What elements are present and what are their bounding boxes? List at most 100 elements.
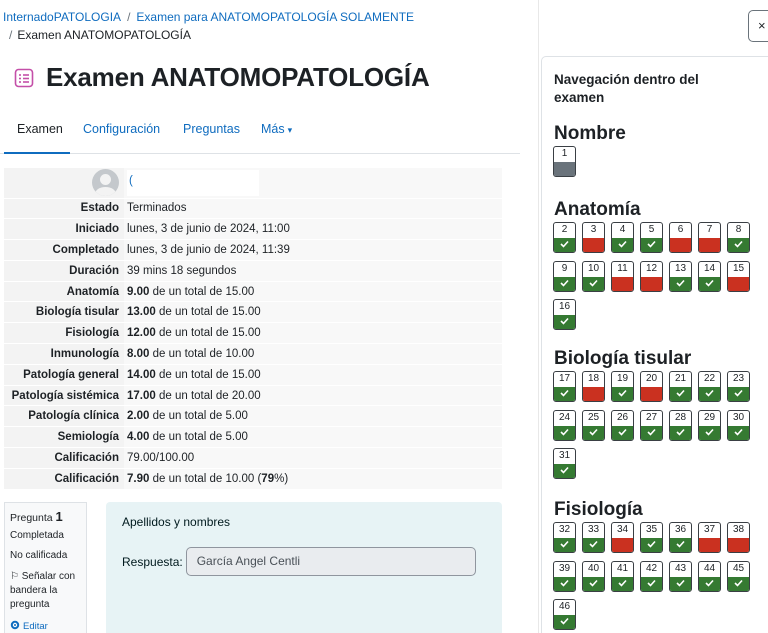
check-icon <box>699 425 720 440</box>
question-nav-number: 31 <box>558 450 571 461</box>
quiz-navigation-heading: Navegación dentro del examen <box>554 72 699 105</box>
question-nav-button[interactable]: 14 <box>698 260 721 292</box>
question-nav-button[interactable]: 41 <box>611 560 634 592</box>
question-nav-button[interactable]: 20 <box>640 371 663 402</box>
state-indicator <box>612 276 633 291</box>
question-nav-button[interactable]: 30 <box>727 409 750 441</box>
question-nav-button[interactable]: 13 <box>669 260 692 292</box>
check-icon <box>554 538 575 552</box>
question-nav-button[interactable]: 15 <box>727 260 750 292</box>
user-name-link[interactable]: ( <box>127 169 259 196</box>
question-nav-button[interactable]: 18 <box>582 371 605 402</box>
breadcrumb-course-link[interactable]: InternadoPATOLOGIA <box>3 10 121 24</box>
summary-label: Fisiología <box>4 322 124 345</box>
question-nav-button[interactable]: 32 <box>553 522 576 553</box>
check-icon <box>554 238 575 252</box>
breadcrumb-section-link[interactable]: Examen para ANATOMOPATOLOGÍA SOLAMENTE <box>136 10 414 24</box>
question-nav-button[interactable]: 7 <box>698 222 721 253</box>
score-total: de un total de 15.00 <box>158 368 261 381</box>
question-nav-button[interactable]: 2 <box>553 222 576 253</box>
question-nav-number: 5 <box>648 224 655 235</box>
question-nav-button[interactable]: 36 <box>669 522 692 553</box>
summary-value: 4.00 de un total de 5.00 <box>124 426 502 449</box>
question-nav-button[interactable]: 42 <box>640 560 663 592</box>
question-nav-button[interactable]: 16 <box>553 299 576 330</box>
flag-question-toggle[interactable]: ⚐ Señalar con bandera la pregunta <box>10 570 81 612</box>
question-nav-button[interactable]: 38 <box>727 522 750 553</box>
question-nav-button[interactable]: 8 <box>727 222 750 253</box>
question-nav-button[interactable]: 27 <box>640 409 663 441</box>
tab-label: Más <box>261 122 285 136</box>
question-nav-button[interactable]: 40 <box>582 560 605 592</box>
edit-question-link[interactable]: Editar <box>10 620 81 632</box>
summary-label: Iniciado <box>4 218 124 241</box>
check-icon <box>699 387 720 401</box>
question-nav-number: 18 <box>587 373 600 384</box>
answer-field[interactable]: García Angel Centli <box>185 547 476 576</box>
tab-mas[interactable]: Más ▾ <box>261 118 292 154</box>
question-nav-button[interactable]: 26 <box>611 409 634 441</box>
score: 17.00 <box>127 389 156 402</box>
question-nav-button[interactable]: 25 <box>582 409 605 441</box>
question-nav-button[interactable]: 46 <box>553 599 576 630</box>
summary-label: Inmunología <box>4 343 124 365</box>
question-nav-number: 43 <box>674 562 687 574</box>
question-nav-number: 30 <box>732 411 745 423</box>
question-nav-number: 22 <box>703 373 716 384</box>
question-nav-button[interactable]: 12 <box>640 260 663 292</box>
question-nav-button[interactable]: 35 <box>640 522 663 553</box>
summary-value: Terminados <box>124 198 502 220</box>
tab-configuracion[interactable]: Configuración <box>83 118 160 154</box>
question-nav-button[interactable]: 6 <box>669 222 692 253</box>
question-nav-button[interactable]: 37 <box>698 522 721 553</box>
check-icon <box>554 615 575 629</box>
question-nav-button[interactable]: 29 <box>698 409 721 441</box>
question-nav-button[interactable]: 43 <box>669 560 692 592</box>
question-nav-number: 17 <box>558 373 571 384</box>
question-nav-number: 19 <box>616 373 629 384</box>
question-nav-button[interactable]: 11 <box>611 260 634 292</box>
summary-row: Calificación 7.90 de un total de 10.00 (… <box>4 468 502 490</box>
tab-preguntas[interactable]: Preguntas <box>183 118 240 154</box>
question-nav-button[interactable]: 28 <box>669 409 692 441</box>
question-nav-button[interactable]: 3 <box>582 222 605 253</box>
score-percent: 79 <box>261 472 275 485</box>
question-nav-button[interactable]: 33 <box>582 522 605 553</box>
summary-value: 14.00 de un total de 15.00 <box>124 364 502 386</box>
tab-examen[interactable]: Examen <box>4 118 70 154</box>
state-indicator <box>670 238 691 252</box>
question-nav-button[interactable]: 1 <box>553 146 576 177</box>
score: 9.00 <box>127 285 150 298</box>
question-nav-button[interactable]: 22 <box>698 371 721 402</box>
question-nav-button[interactable]: 44 <box>698 560 721 592</box>
question-nav-button[interactable]: 31 <box>553 448 576 479</box>
tab-label: Configuración <box>83 122 161 136</box>
summary-value: lunes, 3 de junio de 2024, 11:39 <box>124 239 502 261</box>
question-nav-button[interactable]: 24 <box>553 409 576 441</box>
check-icon <box>641 238 662 252</box>
question-nav-button[interactable]: 45 <box>727 560 750 592</box>
check-icon <box>583 276 604 291</box>
check-icon <box>554 576 575 591</box>
question-nav-button[interactable]: 23 <box>727 371 750 402</box>
user-name-cell: ( <box>124 168 502 199</box>
score-total: de un total de 10.00 ( <box>152 472 262 485</box>
question-nav-button[interactable]: 10 <box>582 260 605 292</box>
question-nav-button[interactable]: 21 <box>669 371 692 402</box>
question-nav-button[interactable]: 39 <box>553 560 576 592</box>
question-nav-number: 23 <box>732 373 745 384</box>
state-indicator <box>612 538 633 552</box>
question-nav-button[interactable]: 4 <box>611 222 634 253</box>
question-nav-button[interactable]: 9 <box>553 260 576 292</box>
question-nav-number: 46 <box>558 601 571 612</box>
summary-value: 13.00 de un total de 15.00 <box>124 301 502 324</box>
question-nav-button[interactable]: 19 <box>611 371 634 402</box>
summary-label: Patología clínica <box>4 405 124 428</box>
question-nav-number: 9 <box>561 262 568 274</box>
close-drawer-button[interactable]: × <box>748 10 768 42</box>
question-nav-button[interactable]: 34 <box>611 522 634 553</box>
question-nav-button[interactable]: 17 <box>553 371 576 402</box>
question-nav-button[interactable]: 5 <box>640 222 663 253</box>
question-state: Completada <box>10 530 64 541</box>
flag-icon: ⚐ <box>10 571 19 582</box>
